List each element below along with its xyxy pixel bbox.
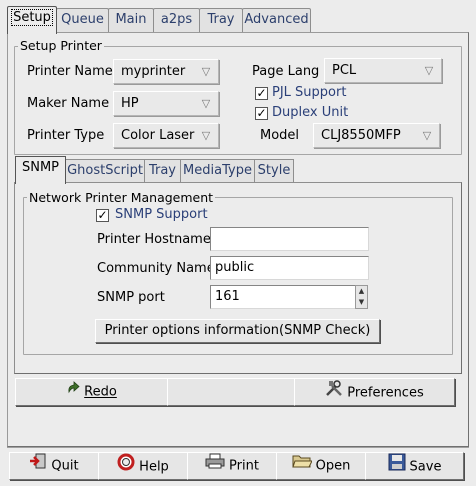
- redo-label: Redo: [84, 384, 117, 400]
- help-button[interactable]: Help: [98, 452, 188, 480]
- preferences-label: Preferences: [347, 385, 424, 401]
- maker-name-combo[interactable]: HP ▽: [113, 91, 219, 116]
- snmp-port-input[interactable]: 161: [210, 285, 356, 309]
- save-label: Save: [409, 459, 442, 475]
- redo-icon: [66, 379, 80, 405]
- printer-type-value: Color Laser: [121, 128, 195, 143]
- snmp-port-label: SNMP port: [97, 290, 165, 305]
- separator: [7, 447, 469, 448]
- blank-action-button[interactable]: [167, 378, 295, 406]
- page-lang-value: PCL: [332, 63, 357, 78]
- tab-inner-tray[interactable]: Tray: [144, 159, 181, 183]
- maker-name-value: HP: [121, 96, 139, 111]
- snmp-support-label[interactable]: SNMP Support: [115, 207, 208, 223]
- model-combo[interactable]: CLJ8550MFP ▽: [313, 123, 440, 148]
- open-label: Open: [315, 458, 351, 474]
- tab-mediatype[interactable]: MediaType: [180, 159, 255, 183]
- duplex-unit-label[interactable]: Duplex Unit: [272, 105, 348, 121]
- tab-advanced[interactable]: Advanced: [242, 8, 311, 32]
- tab-style[interactable]: Style: [254, 159, 294, 183]
- open-button[interactable]: Open: [276, 452, 366, 480]
- tab-tray[interactable]: Tray: [199, 8, 243, 32]
- help-label: Help: [139, 459, 169, 475]
- chevron-down-icon: ▽: [424, 64, 434, 77]
- floppy-disk-icon: [388, 453, 406, 481]
- snmp-port-stepper[interactable]: ▲ ▼: [355, 285, 368, 309]
- quit-label: Quit: [51, 458, 79, 474]
- printer-name-combo[interactable]: myprinter ▽: [113, 59, 219, 84]
- tools-icon: [325, 379, 343, 407]
- printer-icon: [205, 453, 225, 479]
- snmp-support-checkbox[interactable]: ✓: [96, 209, 109, 222]
- stepper-down-icon[interactable]: ▼: [356, 297, 367, 308]
- chevron-down-icon: ▽: [201, 97, 211, 110]
- print-button[interactable]: Print: [187, 452, 277, 480]
- community-name-label: Community Name: [97, 261, 215, 276]
- tab-ghostscript[interactable]: GhostScript: [65, 159, 145, 183]
- printer-type-combo[interactable]: Color Laser ▽: [113, 123, 219, 148]
- lifebuoy-icon: [117, 453, 135, 481]
- quit-button[interactable]: Quit: [9, 452, 99, 480]
- chevron-down-icon: ▽: [201, 129, 211, 142]
- printer-hostname-label: Printer Hostname: [97, 232, 211, 247]
- pjl-support-checkbox[interactable]: ✓: [255, 87, 268, 100]
- setup-printer-title: Setup Printer: [18, 38, 104, 53]
- preferences-button[interactable]: Preferences: [294, 378, 455, 406]
- tab-a2ps[interactable]: a2ps: [153, 8, 200, 32]
- page-lang-combo[interactable]: PCL ▽: [324, 58, 442, 83]
- community-name-input[interactable]: public: [210, 256, 369, 280]
- maker-name-label: Maker Name: [27, 96, 110, 111]
- model-value: CLJ8550MFP: [321, 128, 401, 143]
- exit-icon: [29, 453, 47, 479]
- tab-queue[interactable]: Queue: [56, 8, 109, 32]
- model-label: Model: [260, 128, 300, 143]
- chevron-down-icon: ▽: [201, 65, 211, 78]
- chevron-down-icon: ▽: [422, 129, 432, 142]
- network-management-title: Network Printer Management: [27, 190, 216, 205]
- redo-button[interactable]: Redo: [15, 378, 168, 406]
- print-label: Print: [229, 458, 259, 474]
- snmp-check-button[interactable]: Printer options information(SNMP Check): [95, 319, 380, 343]
- tab-main[interactable]: Main: [108, 8, 154, 32]
- page-lang-label: Page Lang: [252, 64, 320, 79]
- printer-name-value: myprinter: [121, 64, 186, 79]
- printer-type-label: Printer Type: [27, 128, 105, 143]
- tab-setup[interactable]: Setup: [7, 6, 57, 34]
- printer-hostname-input[interactable]: [210, 227, 369, 251]
- folder-open-icon: [291, 453, 313, 479]
- printer-name-label: Printer Name: [27, 64, 113, 79]
- tab-snmp[interactable]: SNMP: [15, 156, 66, 184]
- duplex-unit-checkbox[interactable]: ✓: [255, 107, 268, 120]
- pjl-support-label[interactable]: PJL Support: [272, 85, 346, 101]
- save-button[interactable]: Save: [365, 452, 464, 480]
- stepper-up-icon[interactable]: ▲: [356, 286, 367, 297]
